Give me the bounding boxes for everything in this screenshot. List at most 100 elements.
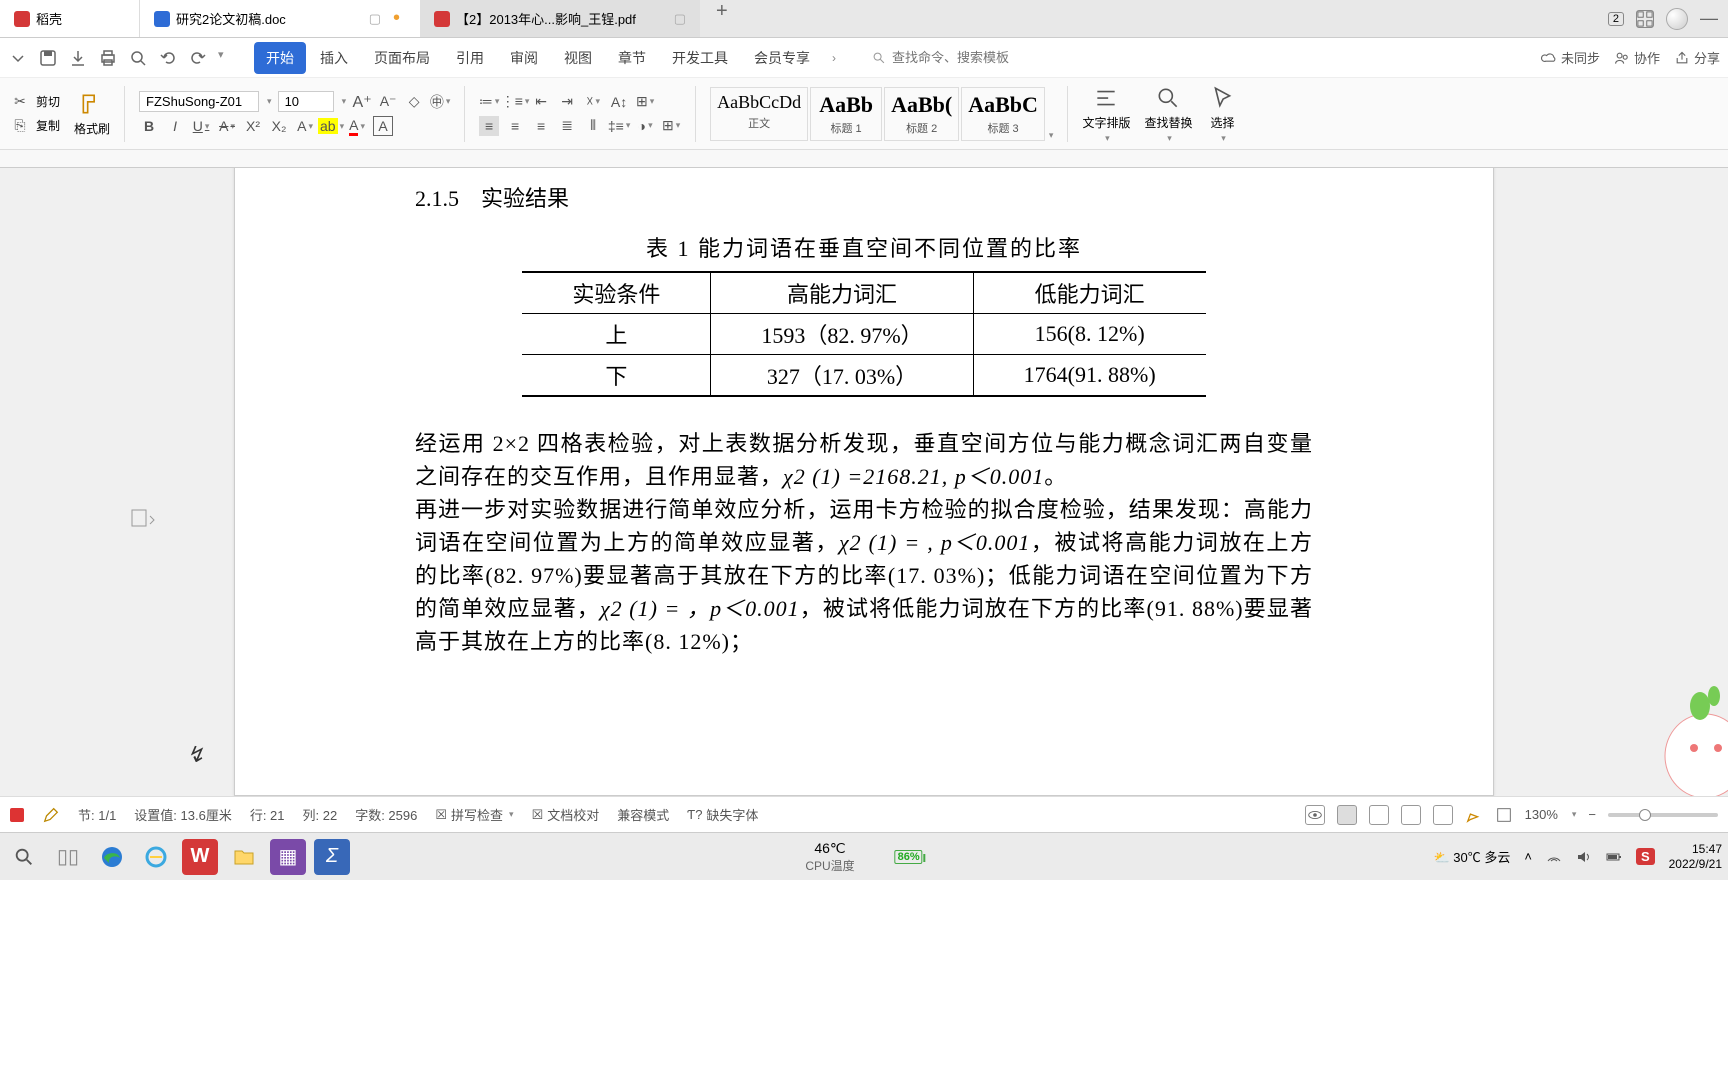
missing-font[interactable]: Ƭ?缺失字体 [687, 805, 758, 824]
eye-icon[interactable] [1305, 805, 1325, 825]
sort-icon[interactable]: ☓▾ [583, 92, 603, 112]
chevron-down-icon[interactable]: ▾ [342, 96, 347, 107]
character-border-icon[interactable]: A [373, 116, 393, 136]
font-size-select[interactable] [278, 91, 334, 112]
increase-font-icon[interactable]: A⁺ [352, 92, 372, 112]
cut-icon[interactable]: ✂ [10, 92, 30, 112]
find-replace-button[interactable]: 查找替换▾ [1140, 84, 1196, 144]
edge-icon[interactable] [94, 839, 130, 875]
subscript-icon[interactable]: X₂ [269, 116, 289, 136]
collaborate-button[interactable]: 协作 [1614, 48, 1660, 67]
font-family-select[interactable] [139, 91, 259, 112]
tab-pdf-inactive[interactable]: 【2】2013年心...影响_王锃.pdf ▢ [420, 0, 700, 37]
view-print-icon[interactable] [1337, 805, 1357, 825]
status-col[interactable]: 列: 22 [303, 805, 338, 824]
search-icon[interactable] [6, 839, 42, 875]
print-icon[interactable] [98, 48, 118, 68]
copy-icon[interactable]: ⎘ [10, 116, 30, 136]
battery-icon[interactable] [1606, 849, 1622, 865]
text-effects-icon[interactable]: A▾ [295, 116, 315, 136]
kmplayer-icon[interactable]: ▦ [270, 839, 306, 875]
text-direction-icon[interactable]: A↕ [609, 92, 629, 112]
style-heading1[interactable]: AaBb标题 1 [810, 87, 882, 141]
record-macro-icon[interactable] [10, 808, 24, 822]
tab-premium[interactable]: 会员专享 [742, 42, 822, 74]
status-section[interactable]: 节: 1/1 [78, 805, 116, 824]
borders-icon[interactable]: ⊞▾ [661, 116, 681, 136]
redo-icon[interactable] [188, 48, 208, 68]
qat-customize-icon[interactable]: ▾ [218, 48, 238, 68]
apps-grid-icon[interactable] [1636, 10, 1654, 28]
tab-references[interactable]: 引用 [444, 42, 496, 74]
strikethrough-icon[interactable]: A▾ [217, 116, 237, 136]
select-button[interactable]: 选择▾ [1202, 84, 1242, 144]
tab-view[interactable]: 视图 [552, 42, 604, 74]
tab-insert[interactable]: 插入 [308, 42, 360, 74]
tab-document-active[interactable]: 研究2论文初稿.doc ▢ • [140, 0, 420, 37]
document-page[interactable]: 2.1.5 实验结果 表 1 能力词语在垂直空间不同位置的比率 实验条件 高能力… [234, 168, 1494, 796]
new-tab-button[interactable]: + [700, 0, 744, 37]
zoom-slider[interactable] [1608, 813, 1718, 817]
phonetic-guide-icon[interactable]: ㊥▾ [430, 92, 450, 112]
page-side-tool[interactable] [130, 508, 158, 528]
cut-label[interactable]: 剪切 [36, 93, 60, 110]
minimize-button[interactable]: — [1700, 8, 1718, 29]
view-web-icon[interactable] [1433, 805, 1453, 825]
print-preview-icon[interactable] [128, 48, 148, 68]
tabs-overflow-icon[interactable]: › [824, 51, 844, 65]
format-painter-button[interactable]: 格式刷 [70, 90, 114, 137]
tray-chevron-up-icon[interactable]: ˄ [1524, 849, 1532, 864]
tab-start[interactable]: 开始 [254, 42, 306, 74]
highlight-icon[interactable]: ab▾ [321, 116, 341, 136]
clear-format-icon[interactable]: ◇ [404, 92, 424, 112]
distribute-icon[interactable]: ⫴ [583, 116, 603, 136]
window-detach-icon[interactable]: ▢ [674, 11, 686, 27]
compat-mode[interactable]: 兼容模式 [617, 805, 669, 824]
ie-icon[interactable] [138, 839, 174, 875]
align-left-icon[interactable]: ≡ [479, 116, 499, 136]
file-explorer-icon[interactable] [226, 839, 262, 875]
chevron-down-icon[interactable]: ▾ [1572, 809, 1577, 820]
task-view-icon[interactable]: ▯▯ [50, 839, 86, 875]
style-heading3[interactable]: AaBbC标题 3 [961, 87, 1045, 141]
status-words[interactable]: 字数: 2596 [355, 805, 417, 824]
clock-widget[interactable]: 15:47 2022/9/21 [1669, 842, 1722, 871]
user-avatar[interactable] [1666, 8, 1688, 30]
increase-indent-icon[interactable]: ⇥ [557, 92, 577, 112]
tab-review[interactable]: 审阅 [498, 42, 550, 74]
file-menu-chevron-icon[interactable] [8, 48, 28, 68]
superscript-icon[interactable]: X² [243, 116, 263, 136]
style-heading2[interactable]: AaBb(标题 2 [884, 87, 959, 141]
copy-label[interactable]: 复制 [36, 117, 60, 134]
tab-docker-home[interactable]: 稻壳 [0, 0, 140, 37]
mathtype-icon[interactable]: Σ [314, 839, 350, 875]
window-count-badge[interactable]: 2 [1608, 12, 1624, 26]
save-icon[interactable] [38, 48, 58, 68]
share-button[interactable]: 分享 [1674, 48, 1720, 67]
style-normal[interactable]: AaBbCcDd正文 [710, 87, 808, 141]
decrease-font-icon[interactable]: A⁻ [378, 92, 398, 112]
doc-check[interactable]: ☒文档校对 [532, 805, 600, 824]
undo-icon[interactable] [158, 48, 178, 68]
tab-page-layout[interactable]: 页面布局 [362, 42, 442, 74]
justify-icon[interactable]: ≣ [557, 116, 577, 136]
view-outline-icon[interactable] [1369, 805, 1389, 825]
window-detach-icon[interactable]: ▢ [369, 11, 381, 27]
view-reading-icon[interactable] [1401, 805, 1421, 825]
numbering-icon[interactable]: ⋮≡▾ [505, 92, 525, 112]
cpu-temp-widget[interactable]: 46℃ CPU温度 [805, 840, 854, 874]
sync-status[interactable]: 未同步 [1541, 48, 1600, 67]
wps-icon[interactable]: W [182, 839, 218, 875]
pen-icon[interactable] [42, 806, 60, 824]
decrease-indent-icon[interactable]: ⇤ [531, 92, 551, 112]
network-icon[interactable] [1546, 849, 1562, 865]
spell-check[interactable]: ☒拼写检查▾ [435, 805, 513, 824]
align-right-icon[interactable]: ≡ [531, 116, 551, 136]
underline-icon[interactable]: U▾ [191, 116, 211, 136]
status-setting[interactable]: 设置值: 13.6厘米 [134, 805, 232, 824]
ime-icon[interactable]: S [1636, 848, 1655, 865]
edit-mode-icon[interactable] [1465, 806, 1483, 824]
asian-layout-icon[interactable]: ⊞▾ [635, 92, 655, 112]
command-search[interactable] [864, 46, 1044, 69]
styles-expand-icon[interactable]: ▾ [1049, 130, 1054, 141]
